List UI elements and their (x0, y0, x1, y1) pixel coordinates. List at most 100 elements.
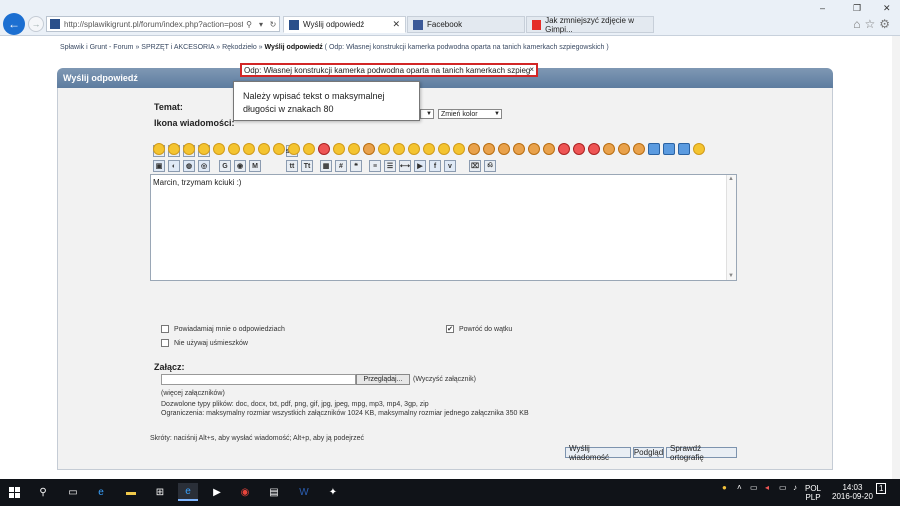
notify-checkbox[interactable] (161, 325, 169, 333)
back-button[interactable]: ← (3, 13, 25, 35)
search-icon[interactable]: ⚲ (33, 483, 53, 501)
return-checkbox[interactable]: ✔ (446, 325, 454, 333)
clear-subject-icon[interactable]: × (529, 65, 534, 74)
hr-button[interactable]: ⟷ (399, 160, 411, 172)
gift-icon[interactable] (573, 143, 585, 155)
smiley-icon[interactable] (408, 143, 420, 155)
address-url[interactable]: http://splawikigrunt.pl/forum/index.php?… (64, 20, 243, 29)
tab-gimp[interactable]: Jak zmniejszyć zdjęcie w Gimpi... (526, 16, 654, 34)
tray-arrow-icon[interactable]: ˄ (737, 483, 742, 492)
textarea-scrollbar[interactable]: ▲ ▼ (726, 175, 736, 280)
image-button[interactable]: ◐ (168, 160, 180, 172)
page-scrollbar[interactable] (892, 36, 900, 479)
app-icon[interactable]: ✦ (323, 483, 343, 501)
sun-icon[interactable] (693, 143, 705, 155)
no-smileys-checkbox[interactable] (161, 339, 169, 347)
party-icon[interactable] (558, 143, 570, 155)
smiley-icon[interactable] (153, 143, 165, 155)
smiley-icon[interactable] (378, 143, 390, 155)
preview-button[interactable]: Podgląd (633, 447, 664, 458)
network-icon[interactable]: ▭ (779, 483, 787, 492)
smiley-icon[interactable] (273, 143, 285, 155)
smiley-icon[interactable] (393, 143, 405, 155)
reel-icon[interactable] (678, 143, 690, 155)
smiley-icon[interactable] (363, 143, 375, 155)
clear-attachment-link[interactable]: (Wyczyść załącznik) (413, 376, 476, 383)
smiley-icon[interactable] (438, 143, 450, 155)
money-icon[interactable] (543, 143, 555, 155)
smiley-icon[interactable] (258, 143, 270, 155)
emoji-tray-icon[interactable]: ● (722, 483, 727, 492)
antivirus-icon[interactable]: ◂ (765, 483, 769, 492)
vimeo-button[interactable]: v (444, 160, 456, 172)
clap-icon[interactable] (468, 143, 480, 155)
chevron-up-icon[interactable]: ▲ (728, 176, 734, 182)
breadcrumb-path[interactable]: Spławik i Grunt - Forum » SPRZĘT i AKCES… (60, 44, 265, 51)
color-select[interactable]: Zmień kolor ▼ (438, 109, 502, 119)
gimp-icon[interactable]: ▤ (264, 483, 284, 501)
volume-icon[interactable]: ♪ (793, 483, 797, 492)
quote-button[interactable]: ❝ (350, 160, 362, 172)
ordered-list-button[interactable]: ☰ (384, 160, 396, 172)
smiley-icon[interactable] (423, 143, 435, 155)
send-button[interactable]: Wyślij wiadomość (565, 444, 631, 462)
chevron-down-icon[interactable]: ▼ (728, 273, 734, 279)
task-view-icon[interactable]: ▭ (63, 483, 83, 501)
smiley-icon[interactable] (168, 143, 180, 155)
flash-button[interactable]: ▣ (153, 160, 165, 172)
browse-button[interactable]: Przeglądaj... (356, 374, 410, 385)
settings-icon[interactable]: ⚙ (879, 17, 894, 31)
edge-icon[interactable]: e (91, 483, 111, 501)
list-button[interactable]: ≡ (369, 160, 381, 172)
dropdown-icon[interactable]: ▾ (255, 20, 267, 29)
smiley-icon[interactable] (243, 143, 255, 155)
pray-icon[interactable] (528, 143, 540, 155)
fishing-rod-icon[interactable] (663, 143, 675, 155)
notifications-badge[interactable]: 1 (876, 483, 887, 494)
refresh-icon[interactable]: ↻ (267, 20, 279, 29)
font-size-select[interactable]: ▼ (420, 109, 434, 119)
store-icon[interactable]: ⊞ (150, 483, 170, 501)
clock[interactable]: 14:03 2016-09-20 (832, 483, 873, 501)
smiley-icon[interactable] (228, 143, 240, 155)
smiley-icon[interactable] (198, 143, 210, 155)
favorites-icon[interactable]: ☆ (864, 17, 879, 31)
angry-smiley-icon[interactable] (318, 143, 330, 155)
address-bar[interactable]: http://splawikigrunt.pl/forum/index.php?… (46, 16, 280, 32)
close-tab-icon[interactable]: ✕ (392, 19, 400, 30)
remove-format-button[interactable]: ⎌ (484, 160, 496, 172)
chrome-icon[interactable]: ◉ (235, 483, 255, 501)
close-window-button[interactable]: ✕ (883, 3, 891, 14)
smiley-icon[interactable] (183, 143, 195, 155)
language-indicator[interactable]: POL PLP (805, 484, 821, 502)
smiley-icon[interactable] (333, 143, 345, 155)
minimize-button[interactable]: – (820, 3, 825, 13)
burger-icon[interactable] (618, 143, 630, 155)
facebook-button[interactable]: f (429, 160, 441, 172)
subject-input[interactable]: Odp: Własnej konstrukcji kamerka podwodn… (240, 63, 538, 77)
fish-icon[interactable] (648, 143, 660, 155)
internet-explorer-icon[interactable]: e (178, 483, 198, 501)
drive-icon[interactable]: ▭ (750, 483, 758, 492)
cake-icon[interactable] (603, 143, 615, 155)
tt-font-button[interactable]: Tt (301, 160, 313, 172)
youtube-button[interactable]: ▶ (414, 160, 426, 172)
file-path-input[interactable] (161, 374, 356, 385)
spoiler-button[interactable]: ⌧ (469, 160, 481, 172)
media-player-icon[interactable]: ▶ (207, 483, 227, 501)
spellcheck-button[interactable]: Sprawdź ortografię (666, 444, 737, 462)
home-icon[interactable]: ⌂ (853, 17, 864, 31)
windows-start-icon[interactable] (9, 487, 20, 498)
tab-reply[interactable]: Wyślij odpowiedź ✕ (283, 16, 406, 33)
marquee-button[interactable]: M (249, 160, 261, 172)
smiley-icon[interactable] (303, 143, 315, 155)
more-attachments-link[interactable]: (więcej załączników) (161, 390, 225, 397)
return-option[interactable]: ✔ Powróć do wątku (446, 325, 512, 333)
teletype-button[interactable]: tt (286, 160, 298, 172)
forward-button[interactable]: → (28, 16, 44, 32)
shadow-button[interactable]: ◉ (234, 160, 246, 172)
link-button[interactable]: ◍ (183, 160, 195, 172)
gift-icon[interactable] (588, 143, 600, 155)
message-textarea[interactable]: Marcin, trzymam kciuki :) ▲ ▼ (150, 174, 737, 281)
table-button[interactable]: ▦ (320, 160, 332, 172)
